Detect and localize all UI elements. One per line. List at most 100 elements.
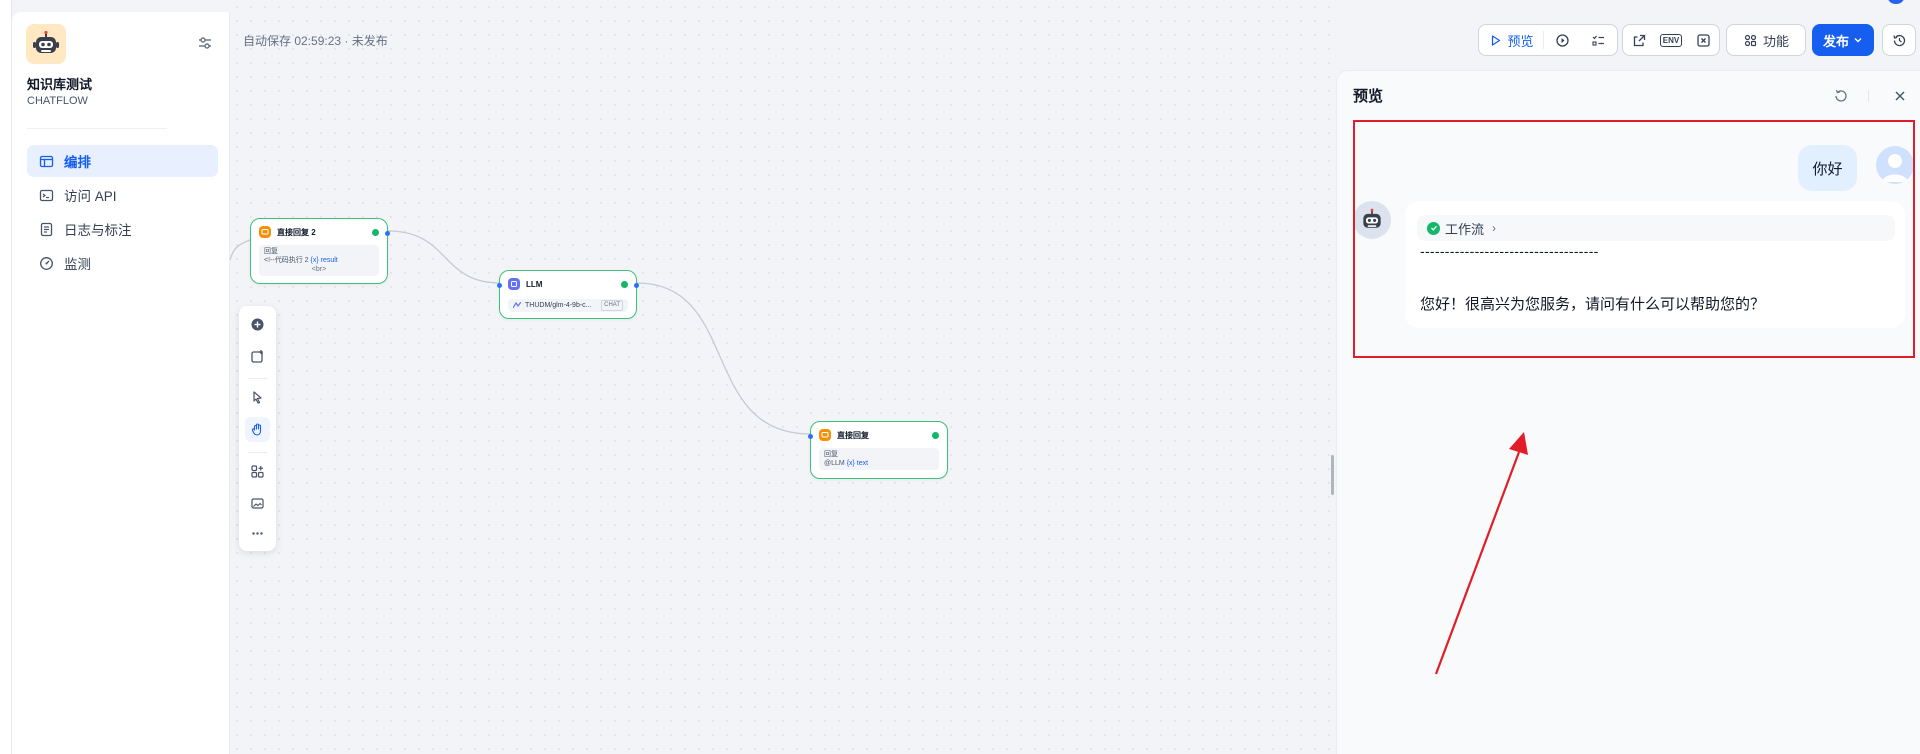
sidebar-nav: 编排 访问 API 日志与标注 监测: [27, 145, 218, 281]
env-icon: ENV: [1659, 33, 1683, 47]
node-status-ok: [372, 229, 379, 236]
node-body-line: <!--代码执行 2 {x} result: [264, 256, 374, 265]
node-body-label: 回复: [264, 248, 278, 255]
env-group: ENV: [1622, 24, 1720, 56]
node-body-prefix: @LLM: [824, 460, 845, 467]
user-message: 你好: [1798, 145, 1857, 191]
refresh-icon[interactable]: [1833, 88, 1849, 104]
llm-icon: [508, 278, 520, 290]
sidebar-item-logs[interactable]: 日志与标注: [27, 213, 218, 245]
checklist-button[interactable]: [1580, 25, 1616, 55]
node-body-text: <!--代码执行 2: [264, 257, 309, 264]
more-icon: [252, 532, 263, 535]
node-status-ok: [621, 281, 628, 288]
history-group: [1882, 24, 1916, 56]
node-status-ok: [932, 432, 939, 439]
model-icon: [513, 302, 521, 309]
preview-group: 预览: [1478, 24, 1618, 56]
sidebar-item-orchestrate[interactable]: 编排: [27, 145, 218, 177]
toolbar-divider: [248, 378, 267, 379]
log-icon: [40, 222, 53, 236]
node-llm[interactable]: LLM THUDM/glm-4-9b-c... CHAT: [497, 270, 639, 319]
autosave-status: 自动保存 02:59:23 · 未发布: [243, 34, 388, 48]
preview-button[interactable]: 预览: [1479, 25, 1543, 55]
share-icon: [1633, 34, 1645, 46]
node-input-port[interactable]: [497, 283, 502, 288]
features-button[interactable]: 功能: [1727, 25, 1805, 55]
add-note-button[interactable]: [245, 344, 270, 369]
clock-run-icon: [1555, 33, 1569, 47]
node-input-port[interactable]: [808, 434, 813, 439]
minimap-button[interactable]: [245, 491, 270, 516]
env-button[interactable]: ENV: [1655, 25, 1687, 55]
publish-button[interactable]: 发布: [1812, 24, 1874, 56]
node-title: 直接回复: [837, 430, 869, 440]
run-history-button[interactable]: [1544, 25, 1580, 55]
organize-blocks-button[interactable]: [245, 459, 270, 484]
node-body: 回复 @LLM {x} text: [819, 448, 939, 470]
app-name: 知识库测试: [27, 77, 93, 92]
node-output-port[interactable]: [634, 283, 639, 288]
workflow-tag-label: 工作流: [1445, 221, 1485, 237]
node-header: 直接回复: [819, 429, 869, 441]
sidebar-item-label: 编排: [64, 155, 91, 170]
robot-icon: [1363, 208, 1381, 228]
add-node-button[interactable]: [245, 312, 270, 337]
variables-button[interactable]: [1687, 25, 1719, 55]
publish-label: 发布: [1822, 33, 1849, 49]
sidebar-item-api[interactable]: 访问 API: [27, 179, 218, 211]
preview-label: 预览: [1507, 33, 1534, 49]
sidebar: 知识库测试 CHATFLOW 编排 访问 API 日志与标注 监测: [12, 12, 230, 754]
model-mode-badge: CHAT: [601, 300, 623, 311]
node-title: LLM: [526, 279, 543, 289]
node-answer-2[interactable]: 直接回复 2 回复 <!--代码执行 2 {x} result <br>: [250, 218, 390, 284]
image-frame-icon: [251, 498, 264, 509]
sidebar-item-label: 日志与标注: [64, 223, 132, 238]
panel-resize-handle[interactable]: [1331, 455, 1334, 495]
app-settings-icon[interactable]: [196, 34, 214, 52]
node-title: 直接回复 2: [277, 227, 316, 237]
bot-message-separator: ------------------------------------: [1420, 243, 1599, 259]
toolbar-divider: [248, 452, 267, 453]
node-model: THUDM/glm-4-9b-c... CHAT: [508, 299, 628, 312]
pointer-mode-button[interactable]: [245, 385, 270, 410]
hand-mode-button[interactable]: [245, 417, 270, 442]
node-header: LLM: [508, 278, 542, 290]
robot-icon: [33, 30, 59, 53]
sidebar-item-monitor[interactable]: 监测: [27, 247, 218, 279]
apps-icon: [1744, 34, 1757, 46]
bot-message-text: 您好！很高兴为您服务，请问有什么可以帮助您的？: [1420, 296, 1766, 313]
play-icon: [1492, 34, 1501, 46]
sidebar-item-label: 监测: [64, 257, 91, 272]
workflow-canvas[interactable]: [230, 0, 1336, 754]
workflow-trace-toggle[interactable]: 工作流 ›: [1417, 215, 1895, 241]
sidebar-divider: [27, 128, 167, 129]
panel-divider: [1868, 90, 1869, 102]
chevron-down-icon: [1854, 38, 1862, 43]
node-output-port[interactable]: [385, 231, 390, 236]
layout-icon: [39, 155, 54, 167]
sidebar-item-label: 访问 API: [64, 189, 117, 204]
version-history-button[interactable]: [1883, 25, 1915, 55]
app-logo: [26, 24, 66, 64]
plus-circle-icon: [251, 318, 264, 331]
node-var-tag: {x} text: [846, 460, 869, 467]
hand-icon: [251, 423, 262, 436]
more-button[interactable]: [245, 521, 270, 546]
terminal-icon: [39, 189, 54, 201]
user-icon: [1882, 154, 1908, 182]
note-add-icon: [251, 350, 263, 363]
node-var-tag: {x} result: [310, 257, 338, 264]
account-avatar[interactable]: [1888, 0, 1904, 4]
node-body-line: @LLM {x} text: [824, 459, 934, 468]
node-body-label: 回复: [824, 451, 838, 458]
export-button[interactable]: [1623, 25, 1655, 55]
node-body: 回复 <!--代码执行 2 {x} result <br>: [259, 245, 379, 276]
panel-title: 预览: [1353, 88, 1384, 105]
cursor-icon: [253, 391, 262, 404]
close-icon[interactable]: [1893, 89, 1907, 103]
node-answer[interactable]: 直接回复 回复 @LLM {x} text: [808, 421, 948, 479]
checklist-icon: [1591, 35, 1604, 46]
node-body-br: <br>: [311, 266, 327, 273]
features-group: 功能: [1726, 24, 1806, 56]
